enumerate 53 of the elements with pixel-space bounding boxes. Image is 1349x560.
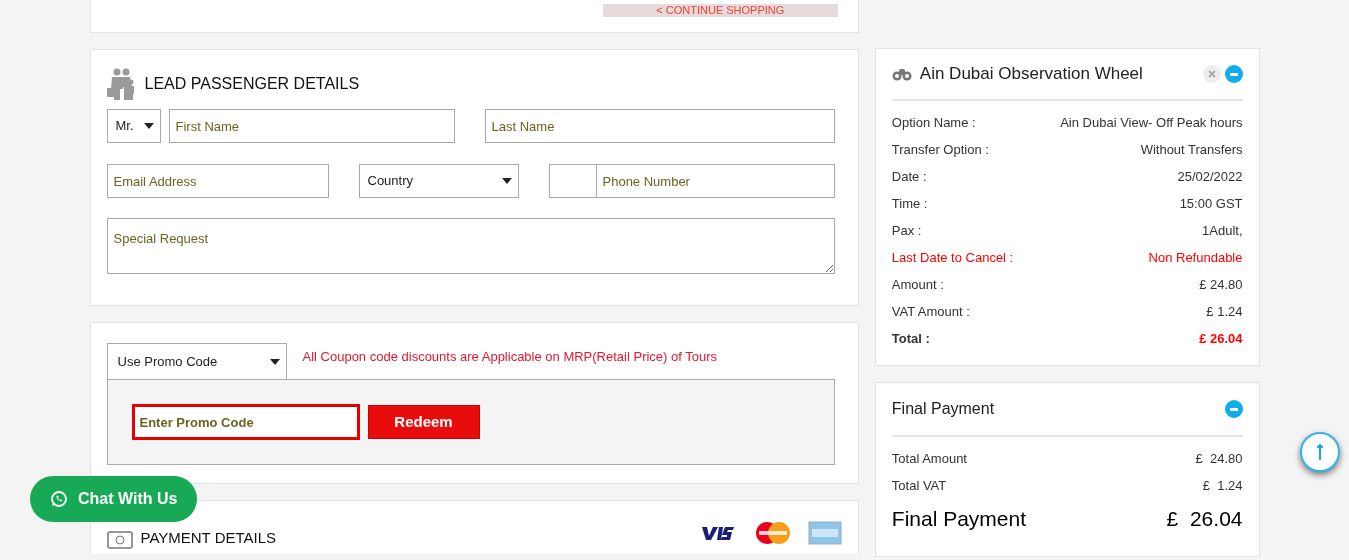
cash-icon	[106, 531, 133, 550]
phone-bubble-icon	[50, 490, 68, 508]
country-code-field[interactable]	[548, 164, 597, 198]
promo-code-field[interactable]: Enter Promo Code	[131, 404, 360, 440]
detail-value: £ 26.04	[1199, 329, 1243, 348]
card-title: Final Payment	[891, 399, 995, 419]
detail-value: £ 1.24	[1206, 302, 1243, 321]
close-icon[interactable]	[1202, 65, 1221, 83]
detail-label: Time :	[891, 194, 928, 213]
card-logo-icon	[807, 521, 842, 545]
section-title: PAYMENT DETAILS	[140, 528, 277, 548]
detail-label: Total :	[891, 329, 930, 348]
promo-code-dropdown[interactable]: Use Promo Code	[106, 343, 287, 379]
promo-notice: All Coupon code discounts are Applicable on MRP(Retail Price) of Tours	[302, 348, 718, 366]
salutation-dropdown[interactable]: Mr.	[106, 109, 161, 143]
final-payment-label: Final Payment	[891, 506, 1027, 532]
section-title: LEAD PASSENGER DETAILS	[144, 74, 360, 94]
payment-label: Total VAT	[891, 476, 947, 495]
detail-value: £ 24.80	[1199, 275, 1243, 294]
detail-value: 15:00 GST	[1179, 194, 1243, 213]
country-dropdown[interactable]: Country	[358, 164, 519, 198]
scroll-top-button[interactable]	[1300, 432, 1340, 472]
detail-label: VAT Amount :	[891, 302, 970, 321]
last-name-field[interactable]: Last Name	[484, 109, 835, 143]
payment-value: £ 24.80	[1195, 449, 1243, 468]
caret-icon	[269, 358, 280, 365]
payment-value: £ 1.24	[1202, 476, 1243, 495]
collapse-icon[interactable]	[1224, 400, 1243, 418]
detail-label: Option Name :	[891, 113, 976, 132]
binoculars-icon	[891, 67, 912, 81]
detail-value: 25/02/2022	[1177, 167, 1243, 186]
detail-label: Amount :	[891, 275, 944, 294]
detail-value: 1Adult,	[1202, 221, 1243, 240]
card-logo-icon	[753, 521, 792, 545]
detail-label: Date :	[891, 167, 927, 186]
payment-label: Total Amount	[891, 449, 967, 468]
final-payment-value: £ 26.04	[1166, 506, 1243, 532]
detail-value: Non Refundable	[1148, 248, 1243, 267]
arrow-up-icon	[1317, 444, 1323, 460]
detail-label: Transfer Option :	[891, 140, 989, 159]
redeem-button[interactable]: Redeem	[367, 405, 480, 439]
detail-label: Pax :	[891, 221, 922, 240]
first-name-field[interactable]: First Name	[168, 109, 455, 143]
detail-value: Ain Dubai View- Off Peak hours	[1060, 113, 1243, 132]
tour-title: Ain Dubai Observation Wheel	[919, 63, 1143, 86]
phone-field[interactable]: Phone Number	[596, 164, 835, 198]
caret-icon	[143, 123, 154, 129]
detail-value: Without Transfers	[1140, 140, 1243, 159]
special-request-field[interactable]: Special Request	[106, 218, 835, 274]
detail-label: Last Date to Cancel :	[891, 248, 1014, 267]
collapse-icon[interactable]	[1224, 65, 1243, 83]
caret-icon	[501, 178, 512, 184]
email-field[interactable]: Email Address	[106, 164, 329, 198]
